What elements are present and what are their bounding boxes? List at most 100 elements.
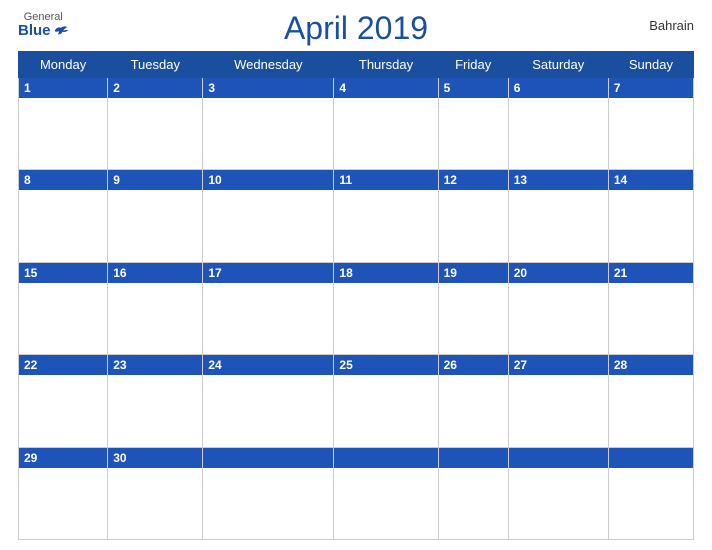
date-number: 20 xyxy=(509,263,608,283)
date-content xyxy=(609,190,693,245)
country-label: Bahrain xyxy=(649,18,694,33)
date-number: 10 xyxy=(203,170,333,190)
date-content xyxy=(334,375,437,430)
date-content xyxy=(609,468,693,523)
calendar-cell: 13 xyxy=(508,170,608,262)
date-content xyxy=(19,283,107,338)
calendar-cell xyxy=(334,447,438,539)
date-number: 30 xyxy=(108,448,202,468)
calendar-cell: 15 xyxy=(19,262,108,354)
calendar-cell xyxy=(438,447,508,539)
calendar-cell: 9 xyxy=(108,170,203,262)
date-number: 6 xyxy=(509,78,608,98)
date-content xyxy=(334,283,437,338)
date-content xyxy=(108,468,202,523)
date-content xyxy=(203,98,333,153)
date-number: 25 xyxy=(334,355,437,375)
date-content xyxy=(334,190,437,245)
date-content xyxy=(609,98,693,153)
date-number: 4 xyxy=(334,78,437,98)
calendar-cell: 11 xyxy=(334,170,438,262)
calendar-cell: 3 xyxy=(203,78,334,170)
calendar-cell: 26 xyxy=(438,355,508,447)
week-row-1: 1234567 xyxy=(19,78,694,170)
date-number: 11 xyxy=(334,170,437,190)
calendar-cell: 29 xyxy=(19,447,108,539)
date-content xyxy=(203,468,333,523)
calendar-cell: 23 xyxy=(108,355,203,447)
week-row-3: 15161718192021 xyxy=(19,262,694,354)
date-number: 12 xyxy=(439,170,508,190)
date-content xyxy=(203,375,333,430)
weekday-header-wednesday: Wednesday xyxy=(203,52,334,78)
calendar-cell xyxy=(608,447,693,539)
weekday-header-monday: Monday xyxy=(19,52,108,78)
calendar-table: MondayTuesdayWednesdayThursdayFridaySatu… xyxy=(18,51,694,540)
date-content xyxy=(108,283,202,338)
date-content xyxy=(509,190,608,245)
calendar-cell: 14 xyxy=(608,170,693,262)
date-number: 16 xyxy=(108,263,202,283)
calendar-cell xyxy=(203,447,334,539)
week-row-2: 891011121314 xyxy=(19,170,694,262)
date-number: 15 xyxy=(19,263,107,283)
date-content xyxy=(439,190,508,245)
calendar-cell: 28 xyxy=(608,355,693,447)
date-content xyxy=(334,468,437,523)
date-number: 8 xyxy=(19,170,107,190)
date-content xyxy=(509,468,608,523)
logo-blue: Blue xyxy=(18,23,69,38)
week-row-5: 2930 xyxy=(19,447,694,539)
calendar-cell: 22 xyxy=(19,355,108,447)
date-content xyxy=(108,98,202,153)
calendar-cell: 12 xyxy=(438,170,508,262)
calendar-cell: 6 xyxy=(508,78,608,170)
date-number: 19 xyxy=(439,263,508,283)
date-number: 1 xyxy=(19,78,107,98)
date-content xyxy=(108,375,202,430)
date-number: 24 xyxy=(203,355,333,375)
date-number: 17 xyxy=(203,263,333,283)
calendar-header: General Blue April 2019 Bahrain xyxy=(18,10,694,47)
date-content xyxy=(439,468,508,523)
calendar-cell: 2 xyxy=(108,78,203,170)
date-content xyxy=(439,98,508,153)
calendar-cell: 24 xyxy=(203,355,334,447)
logo-bird-icon xyxy=(53,24,69,38)
date-content xyxy=(439,283,508,338)
date-number: 28 xyxy=(609,355,693,375)
date-content xyxy=(19,190,107,245)
date-number: 9 xyxy=(108,170,202,190)
calendar-cell: 20 xyxy=(508,262,608,354)
date-content xyxy=(19,98,107,153)
date-number: 2 xyxy=(108,78,202,98)
date-number: 5 xyxy=(439,78,508,98)
date-content xyxy=(108,190,202,245)
weekday-header-sunday: Sunday xyxy=(608,52,693,78)
date-content xyxy=(509,375,608,430)
calendar-cell: 4 xyxy=(334,78,438,170)
date-number: 3 xyxy=(203,78,333,98)
date-content xyxy=(203,190,333,245)
date-number: 14 xyxy=(609,170,693,190)
date-number: 21 xyxy=(609,263,693,283)
date-number: 29 xyxy=(19,448,107,468)
date-content xyxy=(609,283,693,338)
date-content xyxy=(609,375,693,430)
calendar-cell: 10 xyxy=(203,170,334,262)
date-content xyxy=(19,375,107,430)
date-content xyxy=(19,468,107,523)
calendar-cell: 7 xyxy=(608,78,693,170)
date-number: 23 xyxy=(108,355,202,375)
date-number: 27 xyxy=(509,355,608,375)
date-content xyxy=(203,283,333,338)
weekday-header-friday: Friday xyxy=(438,52,508,78)
weekday-header-saturday: Saturday xyxy=(508,52,608,78)
calendar-cell: 1 xyxy=(19,78,108,170)
week-row-4: 22232425262728 xyxy=(19,355,694,447)
date-content xyxy=(439,375,508,430)
date-number: 26 xyxy=(439,355,508,375)
weekday-header-row: MondayTuesdayWednesdayThursdayFridaySatu… xyxy=(19,52,694,78)
calendar-cell: 17 xyxy=(203,262,334,354)
date-content xyxy=(509,98,608,153)
